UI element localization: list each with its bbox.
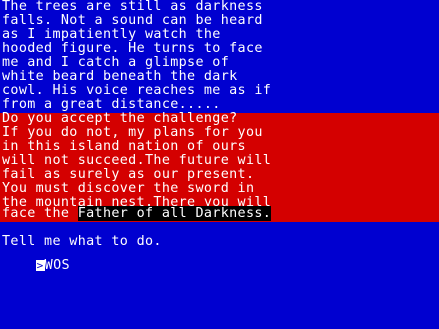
speech-line: Do you accept the challenge? [2, 111, 238, 126]
speech-line: fail as surely as our present. [2, 167, 255, 182]
narration-line: The trees are still as darkness [2, 0, 263, 14]
narration-line: from a great distance..... [2, 97, 221, 112]
command-input[interactable]: WOS [45, 258, 70, 273]
speech-line-final: face the Father of all Darkness. [2, 206, 272, 221]
speech-line: will not succeed.The future will [2, 153, 272, 168]
highlighted-name: Father of all Darkness. [77, 206, 272, 221]
narration-line: falls. Not a sound can be heard [2, 13, 263, 28]
narration-line: hooded figure. He turns to face [2, 41, 263, 56]
speech-line: You must discover the sword in [2, 181, 255, 196]
narration-line: cowl. His voice reaches me as if [2, 83, 272, 98]
speech-line: in this island nation of ours [2, 139, 246, 154]
command-line[interactable]: >WOS [2, 248, 70, 272]
game-screen: The trees are still as darkness falls. N… [0, 0, 439, 329]
narration-line: as I impatiently watch the [2, 27, 221, 42]
speech-prefix: face the [2, 206, 78, 221]
narration-line: me and I catch a glimpse of [2, 55, 230, 70]
input-cursor-icon: > [35, 259, 45, 272]
narration-line: white beard beneath the dark [2, 69, 238, 84]
prompt-text: Tell me what to do. [2, 234, 162, 249]
speech-line: If you do not, my plans for you [2, 125, 263, 140]
